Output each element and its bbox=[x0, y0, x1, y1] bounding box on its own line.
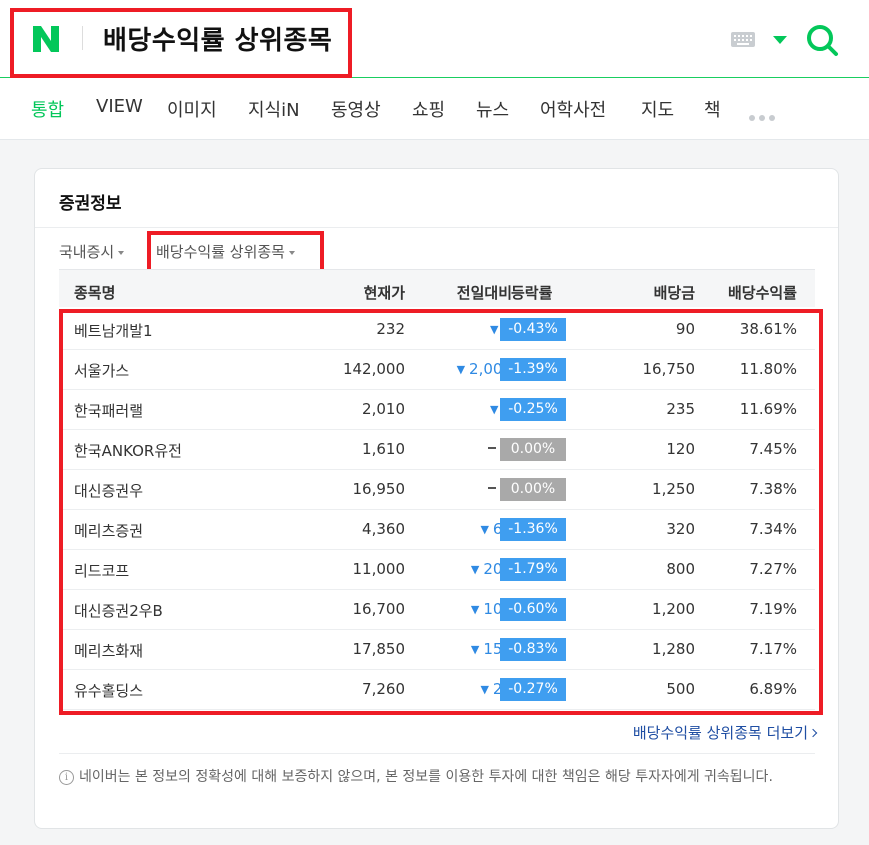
search-tabs: 통합 VIEW 이미지 지식iN 동영상 쇼핑 뉴스 어학사전 지도 책 bbox=[0, 79, 869, 139]
tab-shopping[interactable]: 쇼핑 bbox=[412, 96, 445, 122]
tab-video[interactable]: 동영상 bbox=[331, 96, 381, 122]
col-header-price: 현재가 bbox=[363, 284, 405, 302]
table-header: 종목명 현재가 전일대비 등락률 배당금 배당수익률 bbox=[59, 269, 815, 307]
disclaimer-text: 네이버는 본 정보의 정확성에 대해 보증하지 않으며, 본 정보를 이용한 투… bbox=[79, 769, 773, 785]
caret-down-icon bbox=[118, 250, 125, 255]
tab-images[interactable]: 이미지 bbox=[167, 96, 217, 122]
keyboard-icon[interactable] bbox=[731, 32, 755, 47]
disclaimer: i 네이버는 본 정보의 정확성에 대해 보증하지 않으며, 본 정보를 이용한 … bbox=[59, 767, 819, 787]
tab-map[interactable]: 지도 bbox=[641, 96, 674, 122]
divider bbox=[35, 227, 838, 228]
search-icon[interactable] bbox=[805, 23, 839, 57]
rows-highlight-box bbox=[59, 309, 823, 715]
more-link[interactable]: 배당수익률 상위종목 더보기 bbox=[632, 722, 818, 743]
card-title: 증권정보 bbox=[59, 194, 122, 214]
market-filter-label: 국내증시 bbox=[59, 243, 115, 261]
col-header-dividend: 배당금 bbox=[653, 284, 695, 302]
col-header-yield: 배당수익률 bbox=[727, 284, 797, 302]
tab-integrated[interactable]: 통합 bbox=[31, 96, 64, 122]
col-header-rate: 등락률 bbox=[511, 284, 553, 302]
tab-view[interactable]: VIEW bbox=[96, 96, 143, 117]
securities-info-card: 증권정보 국내증시 배당수익률 상위종목 종목명 현재가 전일대비 등락률 배당… bbox=[34, 168, 839, 829]
search-header: 배당수익률 상위종목 통합 VIEW 이미지 지식iN 동영상 쇼핑 뉴스 어학… bbox=[0, 0, 869, 140]
tab-knowledge-in[interactable]: 지식iN bbox=[248, 96, 300, 122]
more-tabs-icon[interactable] bbox=[749, 106, 779, 125]
divider bbox=[59, 753, 815, 754]
market-filter-dropdown[interactable]: 국내증시 bbox=[59, 241, 125, 262]
col-header-name: 종목명 bbox=[74, 284, 116, 302]
more-link-label: 배당수익률 상위종목 더보기 bbox=[632, 724, 808, 742]
tab-books[interactable]: 책 bbox=[704, 96, 721, 122]
info-icon: i bbox=[59, 770, 74, 785]
keyboard-dropdown-icon[interactable] bbox=[773, 36, 787, 44]
filter-highlight-box bbox=[147, 231, 324, 273]
chevron-right-icon bbox=[808, 728, 818, 738]
query-highlight-box bbox=[10, 8, 352, 78]
tab-news[interactable]: 뉴스 bbox=[476, 96, 509, 122]
col-header-change: 전일대비 bbox=[456, 284, 512, 302]
tab-dictionary[interactable]: 어학사전 bbox=[540, 96, 606, 122]
